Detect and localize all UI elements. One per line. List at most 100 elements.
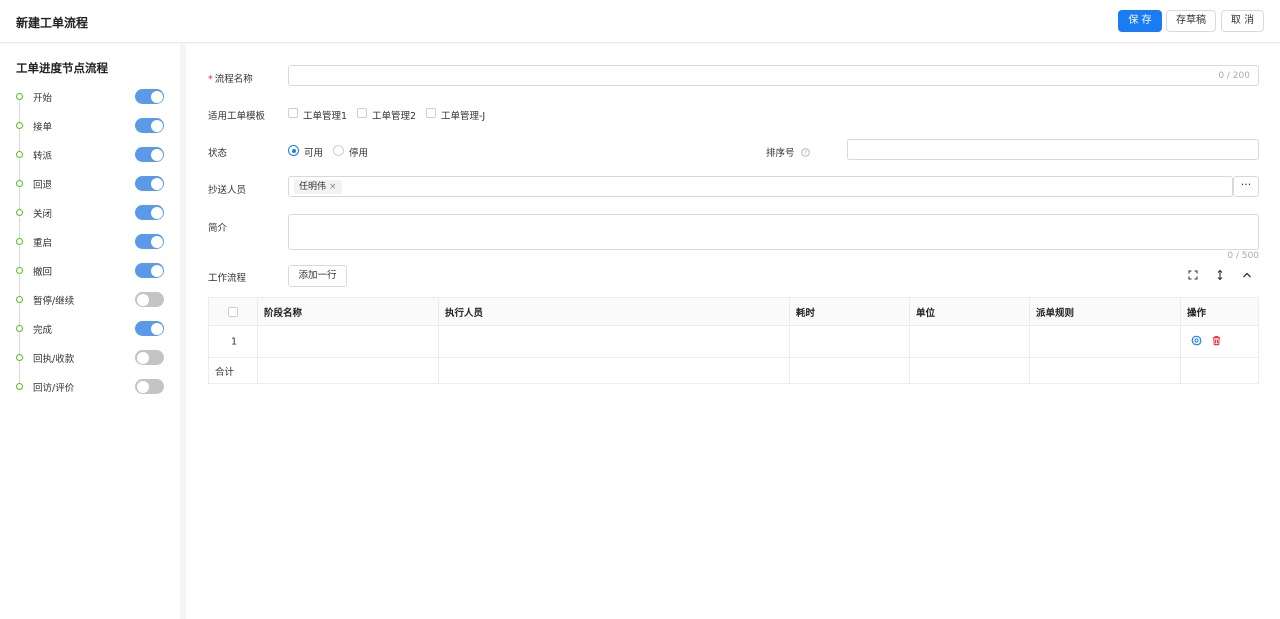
select-people-button[interactable]: ··· [1233, 176, 1259, 197]
node-toggle[interactable] [135, 379, 164, 394]
node-dot-icon [16, 151, 23, 158]
select-all-checkbox[interactable] [228, 307, 238, 317]
intro-textarea[interactable] [288, 214, 1259, 250]
node-item: 暂停/继续 [16, 291, 166, 309]
node-item: 回执/收款 [16, 349, 166, 367]
fullscreen-icon[interactable] [1187, 269, 1201, 283]
col-actions: 操作 [1180, 298, 1260, 325]
node-label: 回执/收款 [33, 354, 75, 365]
node-dot-icon [16, 209, 23, 216]
node-dot-icon [16, 325, 23, 332]
node-label: 完成 [33, 325, 53, 336]
node-label: 回访/评价 [33, 383, 75, 394]
node-dot-icon [16, 383, 23, 390]
save-button[interactable]: 保 存 [1118, 10, 1162, 32]
collapse-up-icon[interactable] [1241, 269, 1255, 283]
total-label: 合计 [215, 366, 235, 378]
node-toggle[interactable] [135, 263, 164, 278]
page-header: 新建工单流程 保 存 存草稿 取 消 [0, 0, 1280, 43]
node-label: 暂停/继续 [33, 296, 75, 307]
toggle-knob [150, 148, 163, 161]
sort-label: 排序号 ? [766, 145, 810, 160]
node-dot-icon [16, 93, 23, 100]
status-label: 状态 [208, 148, 228, 159]
intro-label: 简介 [208, 223, 228, 234]
node-item: 重启 [16, 233, 166, 251]
node-dot-icon [16, 354, 23, 361]
save-draft-button[interactable]: 存草稿 [1166, 10, 1216, 32]
col-executor: 执行人员 [438, 298, 789, 325]
add-row-button[interactable]: 添加一行 [288, 265, 347, 287]
node-dot-icon [16, 296, 23, 303]
cc-people-input[interactable]: 任明伟 × [288, 176, 1233, 197]
node-toggle[interactable] [135, 350, 164, 365]
template-checkbox-label: 工单管理1 [303, 111, 348, 122]
table-header-row: 阶段名称 执行人员 耗时 单位 派单规则 操作 [209, 298, 1258, 326]
cell-unit[interactable] [909, 326, 1029, 357]
table-row: 1 [209, 326, 1258, 358]
intro-counter: 0 / 500 [1227, 251, 1259, 261]
node-item: 回访/评价 [16, 378, 166, 396]
node-toggle[interactable] [135, 118, 164, 133]
table-total-row: 合计 [209, 358, 1258, 383]
delete-icon[interactable] [1211, 335, 1222, 349]
col-stage-name: 阶段名称 [257, 298, 438, 325]
node-label: 重启 [33, 238, 53, 249]
node-toggle[interactable] [135, 234, 164, 249]
node-dot-icon [16, 267, 23, 274]
node-item: 回退 [16, 175, 166, 193]
cell-dispatch-rule[interactable] [1029, 326, 1180, 357]
cell-executor[interactable] [438, 326, 789, 357]
status-radio[interactable] [288, 145, 299, 156]
template-checkbox-label: 工单管理2 [372, 111, 417, 122]
cell-stage-name[interactable] [257, 326, 438, 357]
node-label: 接单 [33, 122, 53, 133]
col-unit: 单位 [909, 298, 1029, 325]
col-duration: 耗时 [789, 298, 909, 325]
node-toggle[interactable] [135, 147, 164, 162]
sidebar: 工单进度节点流程 开始 接单 转派 回退 关闭 重启 撤回 暂停/继续 完成 回执/收款 回访/评价 [0, 44, 180, 619]
toggle-knob [136, 351, 149, 364]
node-toggle[interactable] [135, 89, 164, 104]
flow-name-label: * 流程名称 [208, 74, 253, 85]
node-item: 撤回 [16, 262, 166, 280]
template-checkbox[interactable] [288, 108, 298, 118]
node-label: 撤回 [33, 267, 53, 278]
node-label: 转派 [33, 151, 53, 162]
cancel-button[interactable]: 取 消 [1221, 10, 1264, 32]
template-checkbox-label: 工单管理-J [441, 111, 486, 122]
node-dot-icon [16, 238, 23, 245]
toggle-knob [150, 264, 163, 277]
cc-tag: 任明伟 × [294, 180, 342, 194]
node-toggle[interactable] [135, 321, 164, 336]
toggle-knob [150, 322, 163, 335]
main-form: * 流程名称 0 / 200 适用工单模板 工单管理1 工单管理2 工单管理-J 状态… [186, 44, 1280, 619]
node-item: 开始 [16, 88, 166, 106]
row-height-icon[interactable] [1214, 269, 1228, 283]
toggle-knob [136, 380, 149, 393]
template-checkbox[interactable] [426, 108, 436, 118]
node-toggle[interactable] [135, 292, 164, 307]
cell-duration[interactable] [789, 326, 909, 357]
sort-number-input[interactable] [847, 139, 1259, 160]
question-circle-icon[interactable]: ? [800, 147, 810, 160]
settings-icon[interactable] [1191, 335, 1202, 349]
template-label: 适用工单模板 [208, 111, 266, 122]
node-item: 接单 [16, 117, 166, 135]
node-toggle[interactable] [135, 176, 164, 191]
node-dot-icon [16, 122, 23, 129]
flow-name-input[interactable]: 0 / 200 [288, 65, 1259, 86]
tag-close-icon[interactable]: × [329, 182, 337, 192]
toggle-knob [150, 235, 163, 248]
template-checkbox[interactable] [357, 108, 367, 118]
status-radio-label: 可用 [304, 148, 324, 159]
node-toggle[interactable] [135, 205, 164, 220]
page-title: 新建工单流程 [16, 16, 89, 30]
status-radio[interactable] [333, 145, 344, 156]
node-item: 转派 [16, 146, 166, 164]
toggle-knob [150, 119, 163, 132]
node-label: 回退 [33, 180, 53, 191]
col-dispatch-rule: 派单规则 [1029, 298, 1180, 325]
status-radio-label: 停用 [349, 148, 369, 159]
svg-text:?: ? [803, 150, 806, 156]
